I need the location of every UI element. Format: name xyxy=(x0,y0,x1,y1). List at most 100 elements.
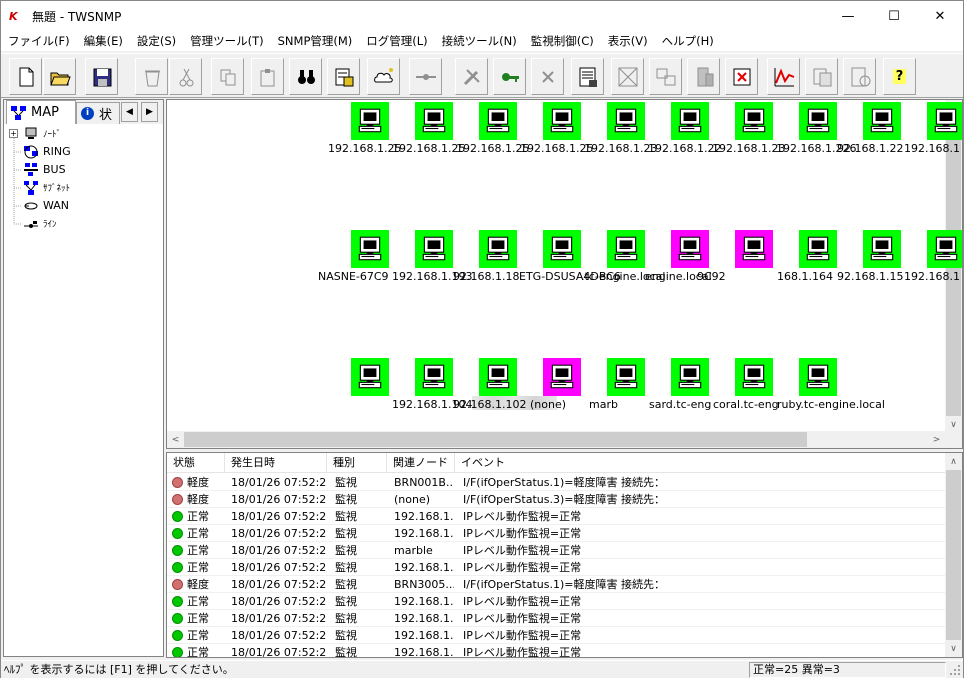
column-time[interactable]: 発生日時 xyxy=(225,453,327,473)
menu-item-2[interactable]: 設定(S) xyxy=(130,31,183,51)
log-row[interactable]: 軽度 18/01/26 07:52:22 監視 BRN001B... I/F(ifOpe… xyxy=(167,474,947,491)
toolbar-button-paste[interactable] xyxy=(251,58,284,95)
toolbar-button-find-binoculars[interactable] xyxy=(289,58,322,95)
log-row[interactable]: 軽度 18/01/26 07:52:22 監視 (none) I/F(ifOperSta… xyxy=(167,491,947,508)
toolbar-button-cut[interactable] xyxy=(169,58,202,95)
computer-icon xyxy=(422,108,446,133)
chevron-down-icon[interactable]: ∨ xyxy=(945,640,962,657)
menu-item-5[interactable]: ログ管理(L) xyxy=(359,31,434,51)
tab-scroll-right-button[interactable]: ▶ xyxy=(141,102,158,122)
tree-item-ring[interactable]: RING xyxy=(4,143,71,160)
toolbar-button-node-copy[interactable] xyxy=(649,58,682,95)
map-hscroll-thumb[interactable] xyxy=(184,432,807,447)
menu-item-3[interactable]: 管理ツール(T) xyxy=(183,31,271,51)
event-log-pane: 状態 発生日時 種別 関連ノード イベント 軽度 18/01/26 07:52:2… xyxy=(166,452,963,658)
log-event: IPレベル動作監視=正常 xyxy=(463,510,582,523)
log-row[interactable]: 軽度 18/01/26 07:52:21 監視 BRN3005... I/F(ifOpe… xyxy=(167,576,947,593)
map-node[interactable]: (none) xyxy=(530,358,597,420)
status-warning-icon xyxy=(172,477,183,488)
close-button[interactable]: ✕ xyxy=(917,1,963,31)
map-horizontal-scrollbar[interactable]: < > xyxy=(167,431,962,448)
node-status-box xyxy=(543,230,581,268)
toolbar-button-mib-browser[interactable] xyxy=(805,58,838,95)
toolbar-button-save[interactable] xyxy=(85,58,118,95)
chevron-right-icon[interactable]: > xyxy=(928,431,945,448)
map-node[interactable]: 192.168.1 xyxy=(904,230,962,292)
menu-item-0[interactable]: ファイル(F) xyxy=(1,31,77,51)
log-vscroll-thumb[interactable] xyxy=(946,470,961,640)
app-icon[interactable]: K xyxy=(9,9,25,23)
toolbar-button-help[interactable]: ? xyxy=(883,58,916,95)
column-node[interactable]: 関連ノード xyxy=(387,453,455,473)
menu-item-1[interactable]: 編集(E) xyxy=(77,31,130,51)
menu-item-7[interactable]: 監視制御(C) xyxy=(524,31,601,51)
resize-grip-icon[interactable] xyxy=(949,664,961,676)
toolbar-button-node-list[interactable] xyxy=(327,58,360,95)
status-warning-icon xyxy=(172,579,183,590)
log-row[interactable]: 正常 18/01/26 07:52:21 監視 192.168.1... IPレベル動作… xyxy=(167,559,947,576)
toolbar-button-key[interactable] xyxy=(493,58,526,95)
log-vertical-scrollbar[interactable]: ∧ ∨ xyxy=(945,453,962,657)
node-status-box xyxy=(607,230,645,268)
chevron-up-icon[interactable]: ∧ xyxy=(945,453,962,470)
map-node[interactable]: 92.168.1.102 xyxy=(453,358,533,420)
minimize-button[interactable]: — xyxy=(825,1,871,31)
log-status: 正常 xyxy=(187,646,209,658)
toolbar-button-log-report[interactable] xyxy=(571,58,604,95)
maximize-button[interactable]: ☐ xyxy=(871,1,917,31)
toolbar-button-new-file[interactable] xyxy=(9,58,42,95)
toolbar-button-tools[interactable] xyxy=(455,58,488,95)
log-row[interactable]: 正常 18/01/26 07:52:20 監視 192.168.1... IPレベル動作… xyxy=(167,593,947,610)
node-status-box xyxy=(607,102,645,140)
chevron-left-icon[interactable]: < xyxy=(167,431,184,448)
node-status-box xyxy=(863,230,901,268)
tree-item-subnet[interactable]: ｻﾌﾞﾈｯﾄ xyxy=(4,179,70,196)
toolbar-button-trash[interactable] xyxy=(135,58,168,95)
toolbar-button-cloud-network[interactable] xyxy=(367,58,400,95)
node-list-icon xyxy=(335,68,353,86)
map-pane[interactable]: ∧ ∨ < > 192.168.1.25192.168.1.25192.168.… xyxy=(166,99,963,449)
log-row[interactable]: 正常 18/01/26 07:52:21 監視 192.168.1... IPレベル動作… xyxy=(167,525,947,542)
map-node[interactable]: 192.168.1 xyxy=(904,102,962,164)
toolbar-button-graph[interactable] xyxy=(767,58,800,95)
tab-scroll-left-button[interactable]: ◀ xyxy=(121,102,138,122)
log-node: (none) xyxy=(394,493,431,506)
toolbar-button-line[interactable] xyxy=(409,58,442,95)
map-node[interactable]: ruby.tc-engine.local xyxy=(777,358,885,420)
toolbar-button-open-folder[interactable] xyxy=(43,58,76,95)
column-status[interactable]: 状態 xyxy=(167,453,225,473)
tree-item-line[interactable]: ﾗｲﾝ xyxy=(4,215,57,232)
menu-item-8[interactable]: 表示(V) xyxy=(601,31,655,51)
log-status: 正常 xyxy=(187,527,209,540)
tree-item-bus[interactable]: BUS xyxy=(4,161,66,178)
tab-map[interactable]: MAP xyxy=(6,100,76,124)
node-label: 192.168.1.25 xyxy=(520,142,594,155)
open-folder-icon xyxy=(49,72,71,85)
menu-item-4[interactable]: SNMP管理(M) xyxy=(271,31,360,51)
toolbar-button-copy[interactable] xyxy=(211,58,244,95)
column-event[interactable]: イベント xyxy=(455,453,947,473)
node-label: 9C92 xyxy=(697,270,726,283)
node-label: (none) xyxy=(530,398,567,411)
log-row[interactable]: 正常 18/01/26 07:52:20 監視 192.168.1... IPレベル動作… xyxy=(167,627,947,644)
log-row[interactable]: 正常 18/01/26 07:52:20 監視 192.168.1... IPレベル動作… xyxy=(167,644,947,658)
log-row[interactable]: 正常 18/01/26 07:52:20 監視 192.168.1... IPレベル動作… xyxy=(167,610,947,627)
node-status-box xyxy=(479,230,517,268)
toolbar-button-network-map[interactable] xyxy=(611,58,644,95)
log-row[interactable]: 正常 18/01/26 07:52:21 監視 192.168.1... IPレベル動作… xyxy=(167,508,947,525)
log-row[interactable]: 正常 18/01/26 07:52:21 監視 marble IPレベル動作監視=正常 xyxy=(167,542,947,559)
menu-item-6[interactable]: 接続ツール(N) xyxy=(435,31,524,51)
menu-item-9[interactable]: ヘルプ(H) xyxy=(655,31,721,51)
toolbar-button-delete-x[interactable] xyxy=(531,58,564,95)
toolbar-button-server[interactable] xyxy=(687,58,720,95)
tree-item-node[interactable]: + ﾉｰﾄﾞ xyxy=(4,125,61,142)
tab-status[interactable]: i 状 xyxy=(76,102,120,124)
log-time: 18/01/26 07:52:21 xyxy=(231,527,327,540)
computer-icon xyxy=(614,108,638,133)
toolbar-button-stop-alert[interactable] xyxy=(725,58,758,95)
toolbar-button-browser[interactable] xyxy=(843,58,876,95)
column-type[interactable]: 種別 xyxy=(327,453,387,473)
tree-item-wan[interactable]: WAN xyxy=(4,197,69,214)
expand-icon[interactable]: + xyxy=(9,129,18,138)
computer-icon xyxy=(358,108,382,133)
